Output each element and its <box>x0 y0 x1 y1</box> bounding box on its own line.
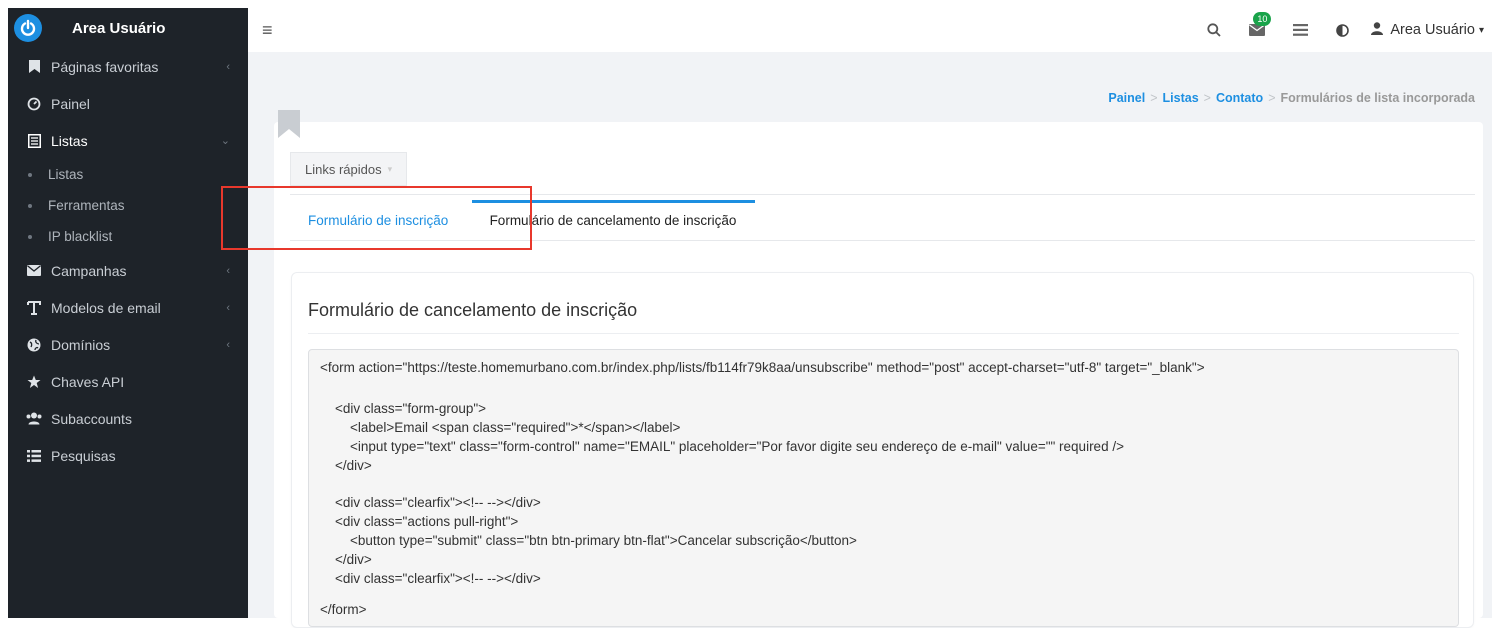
sidebar-subitem-label: Ferramentas <box>48 198 125 213</box>
box-title: Formulário de cancelamento de inscrição <box>308 300 638 320</box>
bookmark-icon <box>26 60 42 73</box>
caret-down-icon: ▾ <box>387 163 393 174</box>
sidebar-item-painel[interactable]: Painel <box>8 85 248 122</box>
sidebar-item-label: Campanhas <box>51 262 127 279</box>
sidebar-subitem-listas[interactable]: Listas <box>8 159 248 190</box>
sidebar-item-chaves-api[interactable]: Chaves API <box>8 363 248 400</box>
sidebar: Area Usuário Páginas favoritas ‹ Painel … <box>8 8 248 618</box>
tab-subscribe-form[interactable]: Formulário de inscrição <box>308 200 448 240</box>
content-panel: Links rápidos ▾ Formulário de inscrição … <box>274 122 1483 628</box>
main-content: Painel > Listas > Contato > Formulários de lis… <box>248 52 1492 628</box>
envelope-icon <box>26 265 42 276</box>
user-menu-label: Area Usuário <box>1390 22 1475 38</box>
star-icon <box>26 375 42 389</box>
sidebar-item-label: Páginas favoritas <box>51 58 159 75</box>
sidebar-header: Area Usuário <box>8 8 248 48</box>
code-line: <form action="https://teste.homemurbano.… <box>320 360 1205 375</box>
sidebar-subitem-ferramentas[interactable]: Ferramentas <box>8 190 248 221</box>
users-icon <box>26 412 42 425</box>
quick-links-label: Links rápidos <box>305 161 382 177</box>
breadcrumb-current: Formulários de lista incorporada <box>1280 91 1476 105</box>
globe-icon <box>26 338 42 352</box>
sidebar-subitem-ip-blacklist[interactable]: IP blacklist <box>8 221 248 252</box>
topbar: ≡ 10 Area Usuário ▾ <box>248 8 1492 52</box>
sidebar-subitem-label: Listas <box>48 167 84 182</box>
bullet-icon <box>28 203 32 208</box>
sidebar-subitem-label: IP blacklist <box>48 229 113 244</box>
code-line: </div> <box>320 552 372 567</box>
code-line: <div class="actions pull-right"> <box>320 514 519 529</box>
sidebar-item-label: Chaves API <box>51 373 125 390</box>
code-line: <div class="clearfix"><!-- --></div> <box>320 495 541 510</box>
breadcrumb-separator: > <box>1150 91 1158 105</box>
sidebar-item-label: Subaccounts <box>51 410 132 427</box>
divider <box>290 194 1475 195</box>
breadcrumb-separator: > <box>1203 91 1211 105</box>
divider <box>308 333 1459 334</box>
sidebar-item-label: Pesquisas <box>51 447 116 464</box>
divider <box>290 240 1475 241</box>
sidebar-item-label: Listas <box>51 132 88 149</box>
topbar-actions: 10 Area Usuário ▾ <box>1193 8 1484 52</box>
embed-code-textarea[interactable]: <form action="https://teste.homemurbano.… <box>308 349 1459 627</box>
notification-badge: 10 <box>1253 12 1272 26</box>
code-line: </form> <box>320 602 367 617</box>
chevron-left-icon: ‹ <box>226 60 230 73</box>
code-line: <button type="submit" class="btn btn-pri… <box>320 533 857 548</box>
code-line: <label>Email <span class="required">*</s… <box>320 420 681 435</box>
breadcrumb: Painel > Listas > Contato > Formulários de lis… <box>1108 91 1475 105</box>
sidebar-item-pesquisas[interactable]: Pesquisas <box>8 437 248 474</box>
tab-unsubscribe-form[interactable]: Formulário de cancelamento de inscrição <box>462 200 764 240</box>
bullet-icon <box>28 172 32 177</box>
form-tabs: Formulário de inscrição Formulário de ca… <box>290 200 1475 240</box>
breadcrumb-painel[interactable]: Painel <box>1108 91 1145 105</box>
notifications-envelope-icon[interactable]: 10 <box>1249 12 1272 36</box>
chevron-left-icon: ‹ <box>226 301 230 314</box>
dashboard-icon <box>26 97 42 111</box>
breadcrumb-contato[interactable]: Contato <box>1216 91 1263 105</box>
code-line: <div class="clearfix"><!-- --></div> <box>320 571 541 586</box>
sidebar-item-label: Modelos de email <box>51 299 161 316</box>
code-line: <div class="form-group"> <box>320 401 487 416</box>
breadcrumb-listas[interactable]: Listas <box>1163 91 1199 105</box>
sidebar-item-dominios[interactable]: Domínios ‹ <box>8 326 248 363</box>
menu-toggle-icon[interactable]: ≡ <box>262 20 273 41</box>
sidebar-item-label: Domínios <box>51 336 111 353</box>
quick-links-button[interactable]: Links rápidos ▾ <box>290 152 408 186</box>
tab-label: Formulário de cancelamento de inscrição <box>489 212 737 228</box>
bullet-icon <box>28 234 32 239</box>
active-tab-indicator <box>472 200 755 203</box>
user-menu[interactable]: Area Usuário ▾ <box>1371 21 1484 39</box>
sidebar-item-subaccounts[interactable]: Subaccounts <box>8 400 248 437</box>
list-ul-icon <box>26 449 42 462</box>
code-line: </div> <box>320 458 372 473</box>
sidebar-item-campanhas[interactable]: Campanhas ‹ <box>8 252 248 289</box>
caret-down-icon: ▾ <box>1478 24 1484 36</box>
sidebar-item-listas[interactable]: Listas ⌄ <box>8 122 248 159</box>
sidebar-item-label: Painel <box>51 95 90 112</box>
tab-label: Formulário de inscrição <box>308 212 449 228</box>
chevron-left-icon: ‹ <box>226 264 230 277</box>
list-icon <box>26 133 42 148</box>
contrast-icon[interactable] <box>1336 23 1350 37</box>
chevron-left-icon: ‹ <box>226 338 230 351</box>
breadcrumb-separator: > <box>1268 91 1276 105</box>
sidebar-title[interactable]: Area Usuário <box>72 20 165 37</box>
chevron-down-icon: ⌄ <box>220 135 230 147</box>
embed-code-box: Formulário de cancelamento de inscrição … <box>291 272 1474 628</box>
sidebar-item-favorites[interactable]: Páginas favoritas ‹ <box>8 48 248 85</box>
search-icon[interactable] <box>1207 23 1221 37</box>
sidebar-item-modelos-email[interactable]: Modelos de email ‹ <box>8 289 248 326</box>
power-logo-icon[interactable] <box>14 14 42 42</box>
bookmark-page-icon[interactable] <box>278 110 300 138</box>
text-icon <box>26 300 42 315</box>
user-icon <box>1371 21 1384 39</box>
tasks-list-icon[interactable] <box>1293 24 1309 36</box>
code-line: <input type="text" class="form-control" … <box>320 439 1124 454</box>
